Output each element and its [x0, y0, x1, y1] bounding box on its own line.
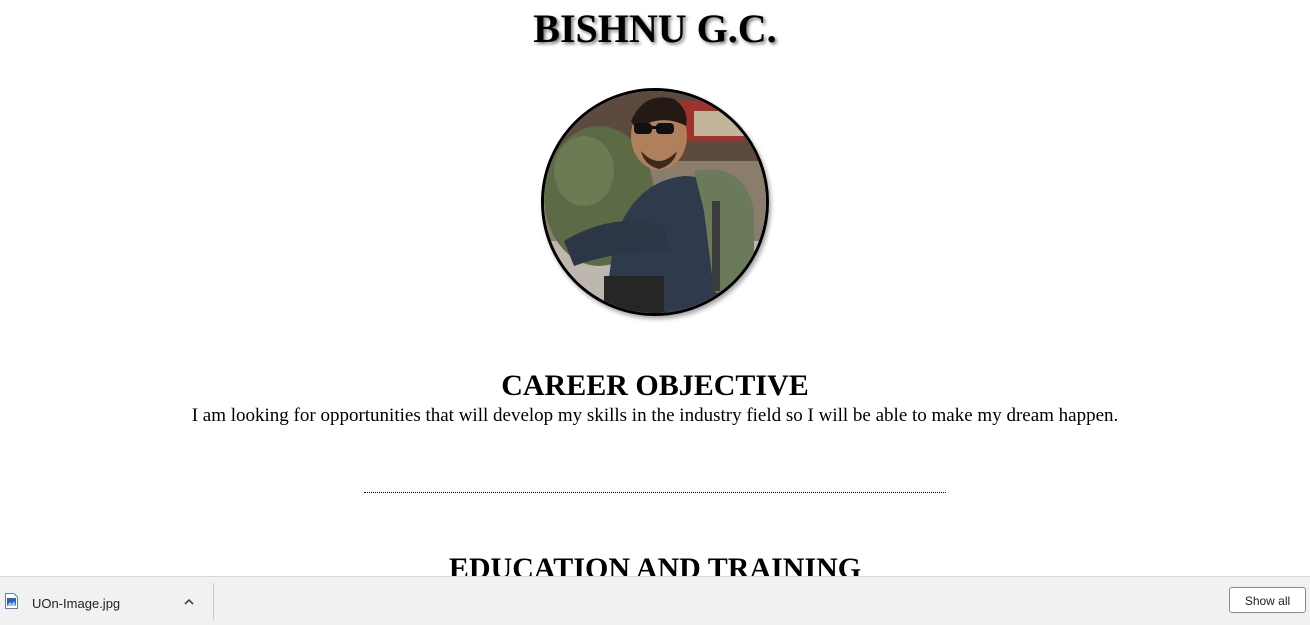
resume-page: BISHNU G.C. CAREER OBJECTIVE I am lookin… [0, 0, 1310, 625]
download-separator [213, 583, 214, 620]
download-item[interactable]: UOn-Image.jpg [0, 577, 212, 625]
chevron-up-icon[interactable] [181, 594, 197, 610]
career-objective-heading: CAREER OBJECTIVE [501, 369, 809, 402]
download-file-name: UOn-Image.jpg [32, 596, 121, 611]
image-file-icon [5, 593, 18, 609]
show-all-button[interactable]: Show all [1229, 587, 1306, 613]
section-divider [364, 492, 946, 493]
profile-photo-image [544, 91, 766, 313]
page-title: BISHNU G.C. [533, 6, 777, 51]
career-objective-text: I am looking for opportunities that will… [191, 405, 1119, 426]
profile-photo [541, 88, 769, 316]
download-bar: UOn-Image.jpg Show all [0, 576, 1310, 625]
